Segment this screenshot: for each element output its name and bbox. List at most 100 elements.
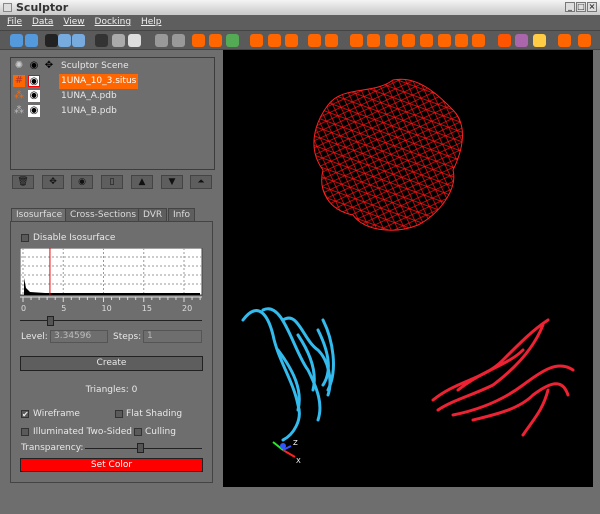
3d-viewport[interactable]: X Z bbox=[223, 50, 593, 487]
axis-x-label: X bbox=[296, 457, 301, 465]
move-up-button[interactable]: ▲ bbox=[131, 175, 153, 189]
move-icon[interactable]: ✥ bbox=[43, 60, 55, 72]
tab-info[interactable]: Info bbox=[168, 208, 196, 221]
level-input[interactable]: 3.34596 bbox=[50, 330, 108, 343]
v4-icon[interactable] bbox=[402, 34, 415, 47]
v3-icon[interactable] bbox=[385, 34, 398, 47]
histogram[interactable]: 0 5 10 15 20 bbox=[20, 248, 203, 318]
close-icon[interactable]: × bbox=[587, 2, 597, 12]
tick-label: 10 bbox=[102, 304, 112, 313]
tab-isosurface[interactable]: Isosurface bbox=[11, 208, 68, 222]
tick-label: 0 bbox=[21, 304, 26, 313]
menu-bar: File Data View Docking Help bbox=[0, 15, 600, 30]
culling-checkbox[interactable] bbox=[134, 428, 142, 436]
axis-z-label: Z bbox=[293, 439, 298, 447]
eye-icon[interactable]: ◉ bbox=[28, 75, 40, 87]
menu-help[interactable]: Help bbox=[141, 17, 162, 27]
menu-file[interactable]: File bbox=[7, 17, 22, 27]
toolbar bbox=[0, 30, 600, 50]
level-slider-handle[interactable] bbox=[47, 316, 54, 326]
tick-label: 15 bbox=[142, 304, 152, 313]
save-icon[interactable] bbox=[25, 34, 38, 47]
tab-cross-sections[interactable]: Cross-Sections bbox=[65, 208, 142, 221]
delete-button[interactable]: 🗑 bbox=[12, 175, 34, 189]
maximize-icon[interactable]: □ bbox=[576, 2, 586, 12]
scene-item-label: Sculptor Scene bbox=[61, 61, 129, 71]
chain-b-ribbon bbox=[431, 318, 575, 437]
camera-icon[interactable] bbox=[45, 34, 58, 47]
v1-icon[interactable] bbox=[350, 34, 363, 47]
v7-icon[interactable] bbox=[455, 34, 468, 47]
scene-icon: ✺ bbox=[14, 60, 24, 71]
minimize-icon[interactable]: _ bbox=[565, 2, 575, 12]
visibility-button[interactable]: ◉ bbox=[71, 175, 93, 189]
illuminated-two-sided-checkbox[interactable] bbox=[21, 428, 29, 436]
move-icon[interactable] bbox=[285, 34, 298, 47]
window-menu-icon[interactable] bbox=[3, 3, 12, 12]
scene-item-root[interactable]: ✺ ◉ ✥ Sculptor Scene bbox=[11, 59, 211, 74]
eye-icon[interactable]: ◉ bbox=[28, 105, 40, 117]
scene-item-1una-b[interactable]: ⁂ ◉ 1UNA_B.pdb bbox=[11, 104, 211, 119]
histogram-plot bbox=[20, 248, 203, 296]
scene-tree[interactable]: ✺ ◉ ✥ Sculptor Scene # ◉ 1UNA_10_3.situs… bbox=[10, 57, 215, 170]
scene-item-label: 1UNA_10_3.situs bbox=[59, 74, 139, 89]
transparency-label: Transparency: bbox=[21, 443, 84, 453]
transform-icon[interactable] bbox=[155, 34, 168, 47]
render-icon[interactable] bbox=[558, 34, 571, 47]
properties-button[interactable]: ▯ bbox=[101, 175, 123, 189]
volume-icon[interactable] bbox=[192, 34, 205, 47]
flower-icon[interactable] bbox=[268, 34, 281, 47]
scene-item-1una-a[interactable]: ⁂ ◉ 1UNA_A.pdb bbox=[11, 89, 211, 104]
steps-input[interactable]: 1 bbox=[143, 330, 202, 343]
scene-item-label: 1UNA_B.pdb bbox=[61, 106, 117, 116]
move-down-button[interactable]: ▼ bbox=[161, 175, 183, 189]
zoom-out-icon[interactable] bbox=[72, 34, 85, 47]
v2-icon[interactable] bbox=[367, 34, 380, 47]
transparency-slider-handle[interactable] bbox=[137, 443, 144, 453]
stripes-icon[interactable] bbox=[515, 34, 528, 47]
menu-data[interactable]: Data bbox=[32, 17, 54, 27]
mol-b-icon[interactable] bbox=[325, 34, 338, 47]
dot-icon[interactable] bbox=[250, 34, 263, 47]
disable-isosurface-checkbox[interactable] bbox=[21, 234, 29, 242]
window-title: Sculptor bbox=[16, 1, 69, 14]
eye-icon[interactable]: ◉ bbox=[28, 60, 40, 72]
wireframe-checkbox[interactable]: ✔ bbox=[21, 410, 29, 419]
v5-icon[interactable] bbox=[420, 34, 433, 47]
atoms-icon[interactable] bbox=[209, 34, 222, 47]
move-button[interactable]: ✥ bbox=[42, 175, 64, 189]
box-icon[interactable] bbox=[95, 34, 108, 47]
culling-label: Culling bbox=[145, 427, 176, 437]
illuminated-two-sided-label: Illuminated Two-Sided bbox=[33, 427, 132, 437]
reset-icon[interactable] bbox=[128, 34, 141, 47]
open-icon[interactable] bbox=[10, 34, 23, 47]
menu-docking[interactable]: Docking bbox=[95, 17, 132, 27]
volume-grid-icon: # bbox=[13, 75, 25, 87]
wireframe-label: Wireframe bbox=[33, 409, 80, 419]
eye-icon[interactable]: ◉ bbox=[28, 90, 40, 102]
set-color-button[interactable]: Set Color bbox=[20, 458, 203, 472]
zoom-in-icon[interactable] bbox=[58, 34, 71, 47]
disable-isosurface-label: Disable Isosurface bbox=[33, 233, 116, 243]
create-button[interactable]: Create bbox=[20, 356, 203, 371]
isosurface-wireframe bbox=[313, 78, 463, 231]
molecule-icon: ⁂ bbox=[14, 90, 24, 101]
v8-icon[interactable] bbox=[472, 34, 485, 47]
square-icon[interactable] bbox=[498, 34, 511, 47]
mol-a-icon[interactable] bbox=[308, 34, 321, 47]
v6-icon[interactable] bbox=[438, 34, 451, 47]
grid-icon[interactable] bbox=[172, 34, 185, 47]
triangles-count: Triangles: 0 bbox=[85, 385, 138, 395]
move-top-button[interactable]: ⏶ bbox=[190, 175, 212, 189]
tick-label: 5 bbox=[61, 304, 66, 313]
pen-icon[interactable] bbox=[112, 34, 125, 47]
menu-view[interactable]: View bbox=[63, 17, 84, 27]
atoms-green-icon[interactable] bbox=[226, 34, 239, 47]
flat-shading-label: Flat Shading bbox=[126, 409, 183, 419]
scene-item-situs[interactable]: # ◉ 1UNA_10_3.situs bbox=[11, 74, 211, 89]
tick-label: 20 bbox=[182, 304, 192, 313]
film-icon[interactable] bbox=[578, 34, 591, 47]
flat-shading-checkbox[interactable] bbox=[115, 410, 123, 418]
sun-icon[interactable] bbox=[533, 34, 546, 47]
tab-dvr[interactable]: DVR bbox=[138, 208, 168, 221]
